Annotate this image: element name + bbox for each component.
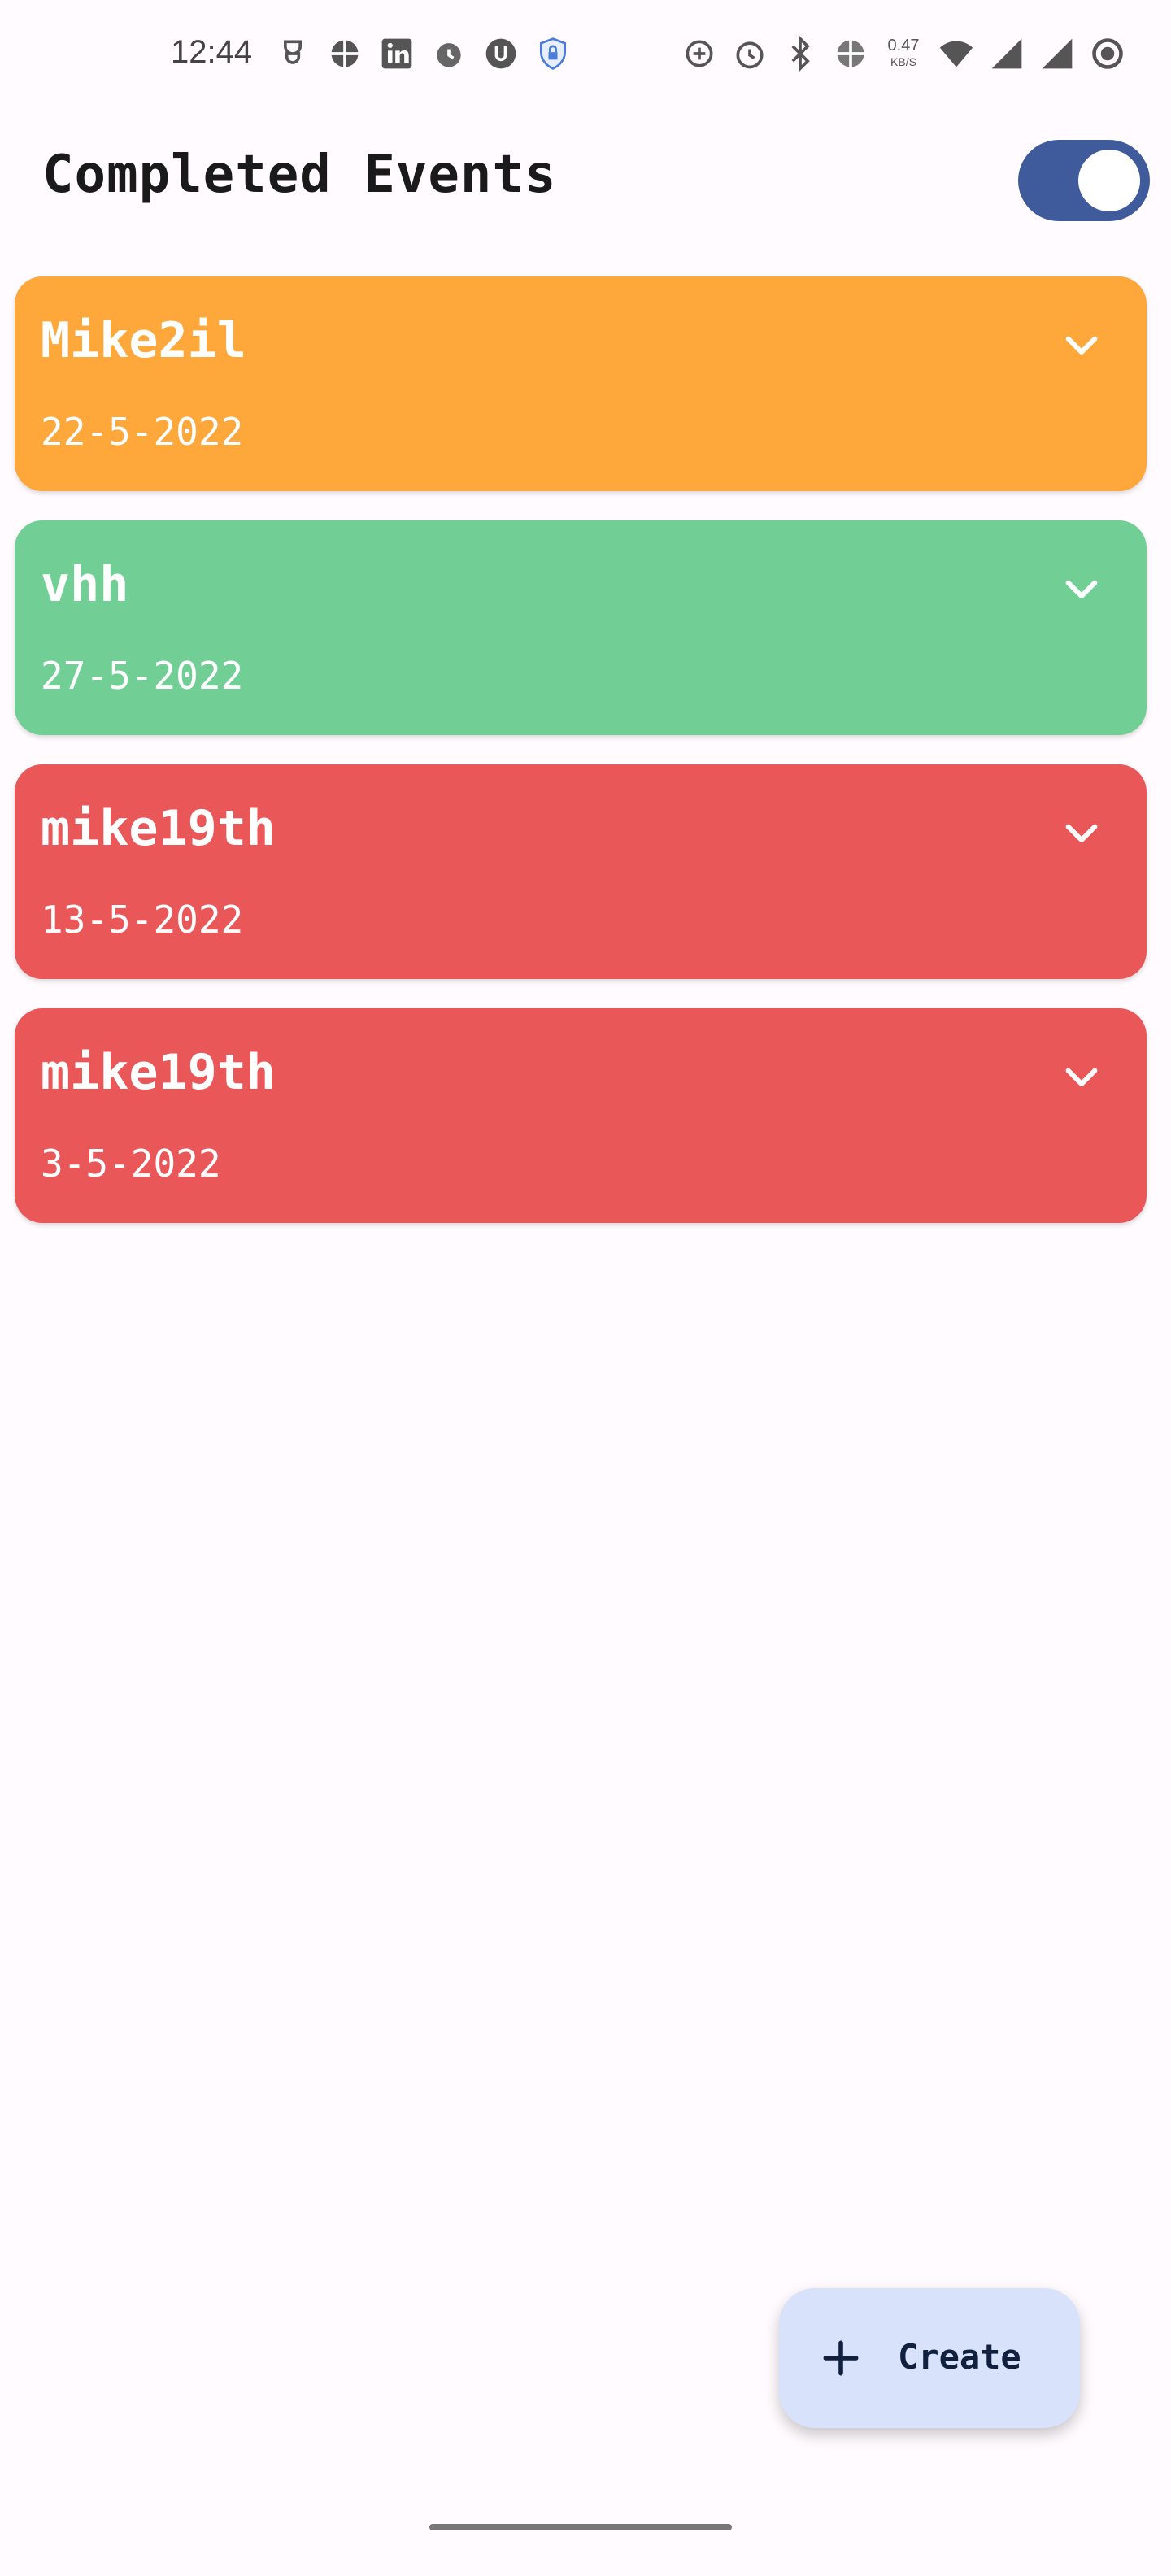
wifi-icon: [938, 36, 974, 72]
network-speed-value: 0.47: [887, 37, 920, 54]
event-card[interactable]: vhh 27-5-2022: [15, 520, 1147, 735]
gesture-nav-bar[interactable]: [429, 2524, 732, 2530]
event-card[interactable]: mike19th 13-5-2022: [15, 764, 1147, 979]
alarm-icon: [732, 36, 768, 72]
bluetooth-icon: [782, 36, 818, 72]
vpn-globe-icon: [327, 36, 363, 72]
signal-icon: [989, 36, 1025, 72]
create-button-label: Create: [898, 2337, 1021, 2377]
app-header: Completed Events: [0, 130, 1171, 228]
chevron-down-icon[interactable]: [1059, 812, 1104, 857]
chevron-down-icon[interactable]: [1059, 324, 1104, 369]
status-time: 12:44: [171, 34, 253, 70]
alarm-icon: [431, 36, 467, 72]
status-bar: 12:44 0.47 KB/S: [0, 0, 1171, 114]
plus-icon: [818, 2335, 864, 2381]
event-title: mike19th: [41, 800, 276, 857]
network-speed: 0.47 KB/S: [883, 37, 924, 70]
event-date: 13-5-2022: [41, 898, 244, 942]
status-notification-icons: [275, 36, 571, 72]
lock-shield-icon: [535, 36, 571, 72]
event-list: Mike2il 22-5-2022 vhh 27-5-2022 mike19th…: [15, 276, 1147, 1252]
toggle-knob: [1078, 150, 1140, 211]
event-title: mike19th: [41, 1044, 276, 1101]
event-title: vhh: [41, 556, 129, 613]
globe-icon: [833, 36, 868, 72]
data-saver-icon: [681, 36, 717, 72]
network-speed-unit: KB/S: [890, 55, 916, 68]
chevron-down-icon[interactable]: [1059, 1055, 1104, 1101]
linkedin-icon: [379, 36, 415, 72]
status-system-icons: 0.47 KB/S: [681, 36, 1125, 72]
event-title: Mike2il: [41, 312, 246, 369]
event-date: 22-5-2022: [41, 410, 244, 454]
event-card[interactable]: Mike2il 22-5-2022: [15, 276, 1147, 491]
create-button[interactable]: Create: [779, 2288, 1080, 2428]
event-date: 3-5-2022: [41, 1142, 221, 1186]
shield-u-icon: [483, 36, 519, 72]
completed-toggle[interactable]: [1018, 140, 1150, 221]
mask-icon: [275, 36, 311, 72]
record-icon: [1090, 36, 1125, 72]
signal-icon: [1039, 36, 1075, 72]
event-card[interactable]: mike19th 3-5-2022: [15, 1008, 1147, 1223]
chevron-down-icon[interactable]: [1059, 568, 1104, 613]
page-title: Completed Events: [42, 145, 557, 205]
event-date: 27-5-2022: [41, 654, 244, 698]
